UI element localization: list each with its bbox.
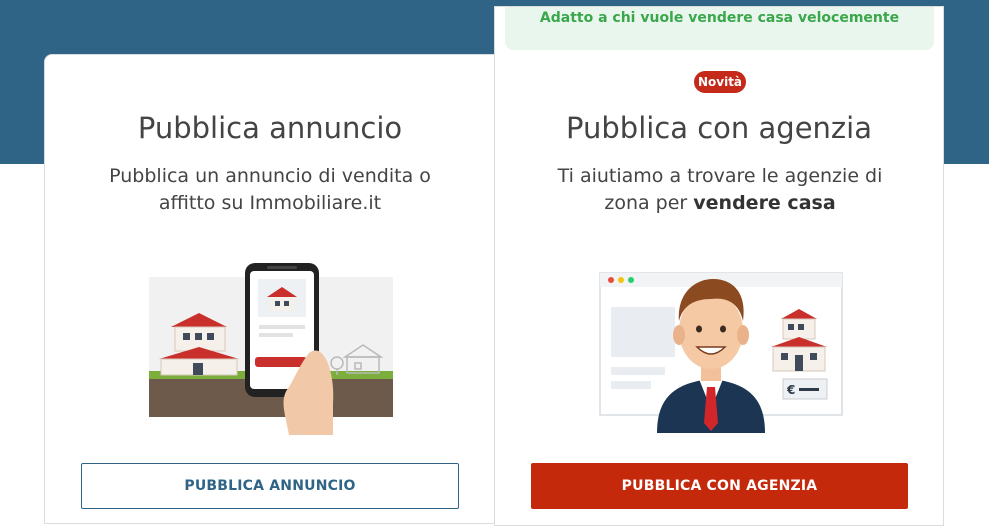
publish-with-agency-button[interactable]: PUBBLICA CON AGENZIA [531, 463, 908, 509]
publish-with-agency-description: Ti aiutiamo a trovare le agenzie di zona… [515, 163, 925, 217]
publish-listing-description-line1: Pubblica un annuncio di vendita o [109, 165, 431, 187]
publish-with-agency-description-line1: Ti aiutiamo a trovare le agenzie di [557, 165, 883, 187]
fast-sale-banner-text: Adatto a chi vuole vendere casa veloceme… [539, 10, 900, 26]
svg-text:€: € [786, 383, 795, 397]
publish-listing-title: Pubblica annuncio [137, 111, 403, 145]
publish-with-agency-description-line2: zona per vendere casa [604, 192, 836, 214]
publish-listing-button[interactable]: PUBBLICA ANNUNCIO [81, 463, 459, 509]
publish-listing-description: Pubblica un annuncio di vendita o affitt… [65, 163, 475, 217]
new-badge: Novità [694, 71, 746, 93]
price-tag-icon: € [782, 378, 828, 400]
vendere-casa-bold-text: vendere casa [693, 192, 836, 214]
house-and-smartphone-illustration [149, 263, 393, 435]
agent-and-browser-illustration: € [599, 272, 843, 433]
publish-listing-description-line2: affitto su Immobiliare.it [158, 192, 382, 214]
publish-with-agency-title: Pubblica con agenzia [566, 111, 872, 145]
publish-listing-card: Pubblica annuncio Pubblica un annuncio d… [44, 54, 496, 524]
fast-sale-banner: Adatto a chi vuole vendere casa veloceme… [505, 7, 934, 50]
publish-with-agency-card: Adatto a chi vuole vendere casa veloceme… [494, 6, 944, 526]
